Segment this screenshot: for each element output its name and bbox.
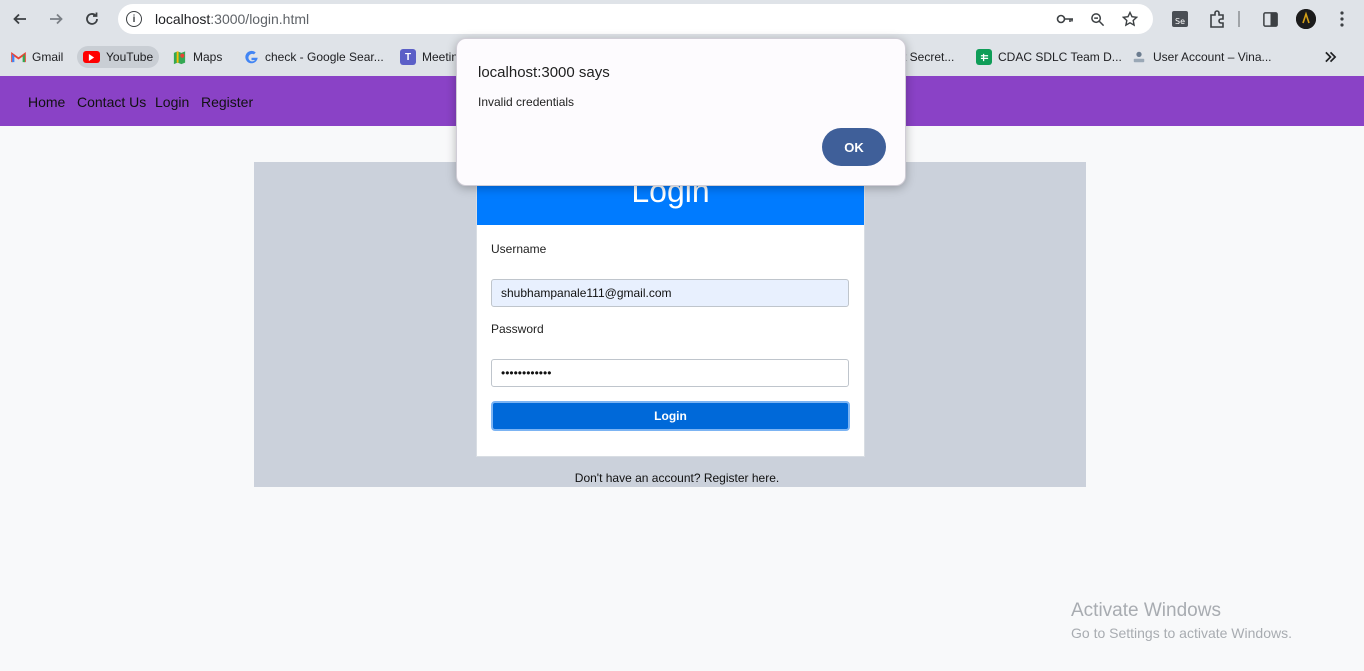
more-bookmarks-icon[interactable] [1324, 46, 1337, 68]
teams-icon: T [400, 49, 416, 65]
bookmark-cdac-sdlc[interactable]: CDAC SDLC Team D... [976, 46, 1122, 68]
url-text[interactable]: localhost:3000/login.html [155, 11, 309, 27]
youtube-icon [83, 51, 100, 63]
reload-icon[interactable] [78, 5, 106, 33]
maps-icon [171, 49, 187, 65]
nav-contact-link[interactable]: Contact Us [77, 94, 146, 110]
bookmark-secret[interactable]: t Secret... [903, 46, 954, 68]
svg-text:Se: Se [1175, 17, 1185, 26]
nav-register-link[interactable]: Register [201, 94, 253, 110]
nav-login-link[interactable]: Login [155, 94, 189, 110]
forward-icon[interactable] [42, 5, 70, 33]
menu-kebab-icon[interactable] [1332, 9, 1352, 29]
key-icon[interactable] [1056, 11, 1074, 27]
side-panel-icon[interactable] [1260, 9, 1280, 29]
bookmark-maps[interactable]: Maps [171, 46, 222, 68]
dialog-ok-button[interactable]: OK [822, 128, 886, 166]
account-icon [1131, 49, 1147, 65]
alert-dialog: localhost:3000 says Invalid credentials … [456, 38, 906, 186]
dialog-title: localhost:3000 says [478, 64, 610, 81]
bookmark-google-search[interactable]: check - Google Sear... [243, 46, 384, 68]
extensions-icon[interactable] [1207, 9, 1227, 29]
register-prompt[interactable]: Don't have an account? Register here. [254, 471, 1100, 485]
password-input[interactable] [491, 359, 849, 387]
password-label: Password [491, 322, 544, 336]
back-icon[interactable] [6, 5, 34, 33]
browser-toolbar: i localhost:3000/login.html Se [0, 0, 1364, 38]
activate-windows-subtitle: Go to Settings to activate Windows. [1071, 625, 1292, 641]
sheets-icon [976, 49, 992, 65]
site-info-icon[interactable]: i [126, 11, 142, 27]
login-card: Login Username Password Login [476, 162, 865, 457]
address-bar[interactable]: i localhost:3000/login.html [118, 4, 1153, 34]
dialog-message: Invalid credentials [478, 95, 575, 109]
nav-home-link[interactable]: Home [28, 94, 65, 110]
bookmark-youtube[interactable]: YouTube [77, 46, 160, 68]
selenium-extension-icon[interactable]: Se [1170, 9, 1190, 29]
google-icon [243, 49, 259, 65]
gmail-icon [10, 49, 26, 65]
bookmark-meeting[interactable]: T Meetin [400, 46, 458, 68]
username-input[interactable] [491, 279, 849, 307]
bookmark-user-account[interactable]: User Account – Vina... [1131, 46, 1272, 68]
login-submit-button[interactable]: Login [491, 401, 850, 431]
profile-avatar[interactable] [1296, 9, 1316, 29]
username-label: Username [491, 242, 547, 256]
toolbar-divider [1238, 11, 1240, 27]
activate-windows-title: Activate Windows [1071, 600, 1221, 621]
bookmark-star-icon[interactable] [1121, 11, 1139, 27]
zoom-icon[interactable] [1088, 11, 1106, 27]
bookmark-gmail[interactable]: Gmail [10, 46, 63, 68]
